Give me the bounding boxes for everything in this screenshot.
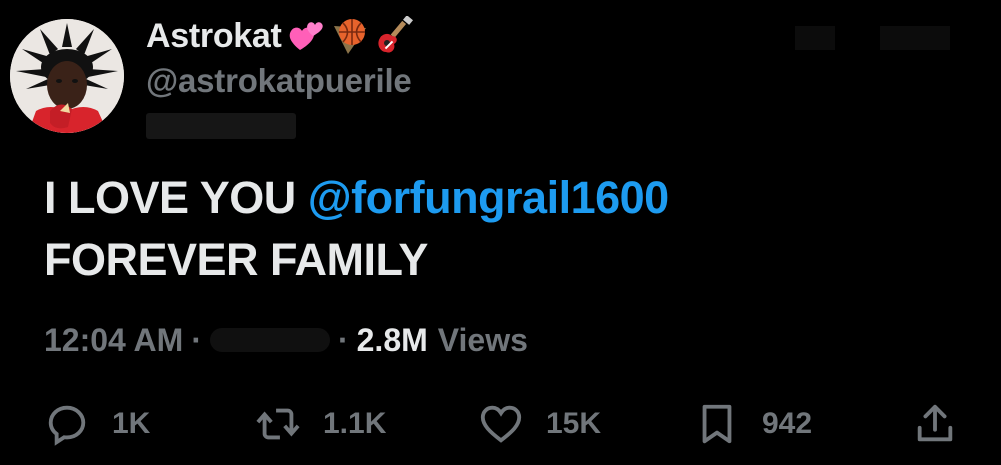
blurred-overlay bbox=[795, 26, 835, 50]
avatar-image bbox=[10, 19, 124, 133]
retweet-icon bbox=[256, 408, 300, 440]
bookmark-icon bbox=[702, 404, 732, 444]
reply-button[interactable]: 1K bbox=[44, 400, 150, 448]
separator-dot: · bbox=[337, 321, 349, 358]
heart-icon bbox=[480, 405, 522, 443]
redacted-badge bbox=[146, 113, 296, 139]
retweet-count: 1.1K bbox=[323, 407, 387, 440]
display-name[interactable]: Astrokat bbox=[146, 17, 282, 56]
reply-count: 1K bbox=[112, 407, 151, 440]
bookmark-count: 942 bbox=[762, 407, 813, 440]
mention-link[interactable]: @forfungrail1600 bbox=[308, 172, 669, 223]
display-name-row: Astrokat bbox=[146, 14, 414, 58]
views-label: Views bbox=[437, 321, 528, 358]
timestamp[interactable]: 12:04 AM bbox=[44, 322, 183, 359]
redacted-date bbox=[209, 328, 330, 352]
tweet-text-part: I LOVE YOU bbox=[44, 172, 308, 223]
two-hearts-icon bbox=[286, 16, 326, 56]
like-count: 15K bbox=[546, 407, 602, 440]
tweet-line-2: FOREVER FAMILY bbox=[44, 234, 428, 285]
tweet-text: I LOVE YOU @forfungrail1600 FOREVER FAMI… bbox=[44, 167, 944, 291]
reply-icon bbox=[48, 405, 86, 446]
views-count: 2.8M bbox=[356, 321, 428, 358]
like-button[interactable]: 15K bbox=[478, 400, 601, 448]
avatar[interactable] bbox=[10, 19, 124, 133]
basketball-icon bbox=[330, 16, 370, 56]
share-icon bbox=[917, 404, 953, 442]
bookmark-button[interactable]: 942 bbox=[694, 400, 812, 448]
user-handle[interactable]: @astrokatpuerile bbox=[146, 62, 412, 100]
guitar-icon bbox=[374, 15, 414, 56]
separator-dot: · bbox=[191, 321, 202, 358]
tweet-line-1: I LOVE YOU @forfungrail1600 bbox=[44, 167, 944, 229]
share-button[interactable] bbox=[912, 400, 958, 448]
tweet-meta: 12:04 AM · · 2.8M Views bbox=[44, 318, 528, 362]
retweet-button[interactable]: 1.1K bbox=[255, 400, 386, 448]
blurred-overlay bbox=[880, 26, 950, 50]
